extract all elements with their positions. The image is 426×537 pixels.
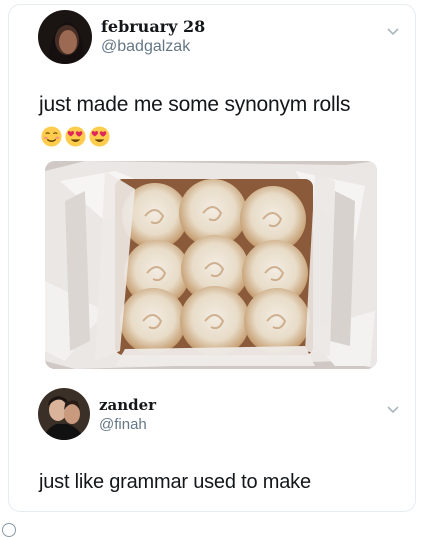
emoji-row [41, 126, 110, 147]
tweet-card: february 28 @badgalzak just made me some… [8, 4, 416, 512]
original-tweet[interactable]: february 28 @badgalzak just made me some… [9, 5, 415, 380]
tweet-text: just made me some synonym rolls [39, 93, 351, 116]
display-name[interactable]: february 28 [101, 17, 205, 36]
user-handle[interactable]: @badgalzak [101, 38, 190, 56]
avatar[interactable] [38, 388, 90, 440]
chevron-down-icon[interactable] [386, 404, 400, 414]
user-handle[interactable]: @finah [99, 416, 147, 433]
reply-tweet[interactable]: zander @finah just like grammar used to … [9, 385, 415, 513]
relieved-face-icon [41, 126, 62, 147]
avatar[interactable] [38, 10, 92, 64]
chevron-down-icon[interactable] [386, 26, 400, 36]
display-name[interactable]: zander [99, 396, 156, 414]
tweet-photo[interactable] [45, 161, 377, 369]
partial-icon [2, 523, 16, 537]
heart-eyes-face-icon [89, 126, 110, 147]
heart-eyes-face-icon [65, 126, 86, 147]
reply-text: just like grammar used to make [39, 471, 311, 493]
